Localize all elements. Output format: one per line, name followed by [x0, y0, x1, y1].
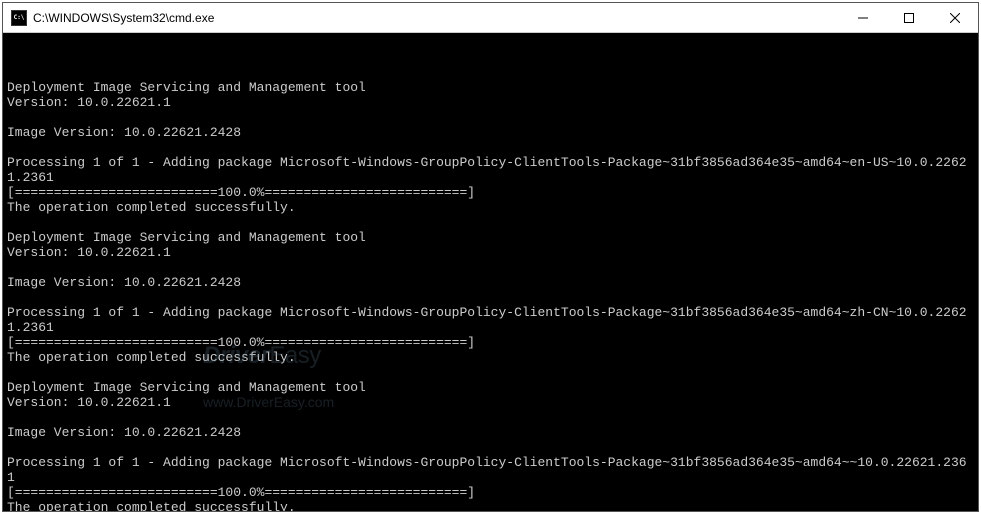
terminal-line: [==========================100.0%=======…	[7, 485, 974, 500]
terminal-line	[7, 215, 974, 230]
terminal-line	[7, 290, 974, 305]
terminal-line: [==========================100.0%=======…	[7, 185, 974, 200]
titlebar[interactable]: C:\ C:\WINDOWS\System32\cmd.exe	[3, 3, 978, 33]
terminal-line: The operation completed successfully.	[7, 500, 974, 511]
terminal-line: Image Version: 10.0.22621.2428	[7, 125, 974, 140]
terminal-line	[7, 260, 974, 275]
cmd-icon-text: C:\	[14, 15, 25, 21]
terminal-line: Processing 1 of 1 - Adding package Micro…	[7, 455, 974, 485]
terminal-line: The operation completed successfully.	[7, 350, 974, 365]
terminal-line: Processing 1 of 1 - Adding package Micro…	[7, 155, 974, 185]
terminal-line	[7, 110, 974, 125]
terminal-line	[7, 365, 974, 380]
maximize-icon	[904, 13, 914, 23]
terminal-line: [==========================100.0%=======…	[7, 335, 974, 350]
minimize-button[interactable]	[840, 3, 886, 32]
terminal-lines: Deployment Image Servicing and Managemen…	[7, 80, 974, 511]
terminal-line: Image Version: 10.0.22621.2428	[7, 275, 974, 290]
cmd-window: C:\ C:\WINDOWS\System32\cmd.exe DriverEa…	[2, 2, 979, 512]
terminal-line	[7, 140, 974, 155]
close-icon	[950, 13, 960, 23]
terminal-output[interactable]: DriverEasy www.DriverEasy.com Deployment…	[3, 33, 978, 511]
maximize-button[interactable]	[886, 3, 932, 32]
terminal-line	[7, 410, 974, 425]
window-title: C:\WINDOWS\System32\cmd.exe	[33, 11, 840, 25]
window-controls	[840, 3, 978, 32]
terminal-line: Deployment Image Servicing and Managemen…	[7, 380, 974, 395]
terminal-line: Version: 10.0.22621.1	[7, 245, 974, 260]
terminal-line: Processing 1 of 1 - Adding package Micro…	[7, 305, 974, 335]
minimize-icon	[858, 13, 868, 23]
terminal-line: Image Version: 10.0.22621.2428	[7, 425, 974, 440]
terminal-line	[7, 440, 974, 455]
close-button[interactable]	[932, 3, 978, 32]
terminal-line: Deployment Image Servicing and Managemen…	[7, 230, 974, 245]
cmd-icon: C:\	[11, 10, 27, 26]
terminal-line: The operation completed successfully.	[7, 200, 974, 215]
terminal-line: Version: 10.0.22621.1	[7, 95, 974, 110]
terminal-line: Version: 10.0.22621.1	[7, 395, 974, 410]
terminal-line: Deployment Image Servicing and Managemen…	[7, 80, 974, 95]
